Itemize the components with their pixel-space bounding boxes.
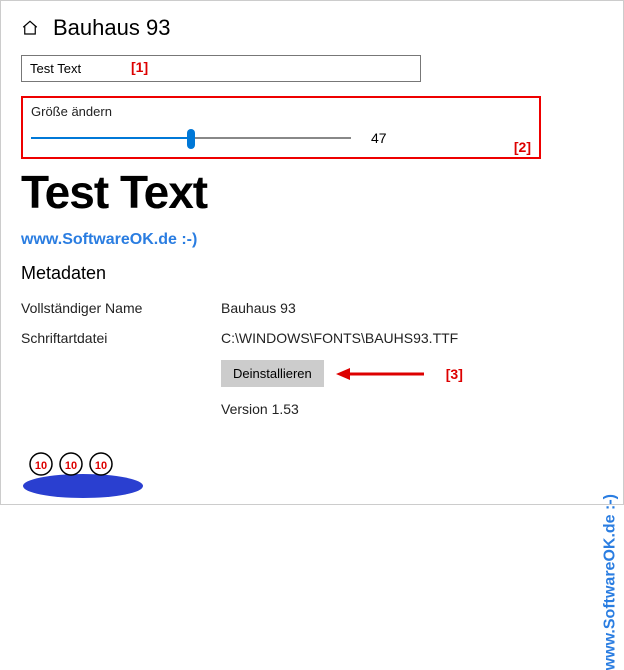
slider-value: 47 bbox=[371, 130, 401, 146]
arrow-icon bbox=[336, 365, 426, 383]
slider-thumb[interactable] bbox=[187, 129, 195, 149]
annotation-3: [3] bbox=[446, 366, 463, 382]
svg-text:10: 10 bbox=[35, 460, 47, 472]
home-icon[interactable] bbox=[21, 19, 39, 37]
watermark-text: www.SoftwareOK.de :-) bbox=[21, 231, 541, 249]
slider-label: Größe ändern bbox=[31, 104, 529, 119]
metadata-heading: Metadaten bbox=[21, 263, 541, 284]
font-preview-text: Test Text bbox=[21, 169, 541, 215]
meta-value-fontfile: C:\WINDOWS\FONTS\BAUHS93.TTF bbox=[221, 330, 541, 346]
page-title: Bauhaus 93 bbox=[53, 15, 170, 41]
vertical-watermark: www.SoftwareOK.de :-) bbox=[601, 494, 619, 670]
meta-label-fontfile: Schriftartdatei bbox=[21, 330, 221, 346]
decorative-scribble: 10 10 10 bbox=[13, 438, 163, 498]
size-slider-section: Größe ändern 47 [2] bbox=[21, 96, 541, 159]
svg-text:10: 10 bbox=[65, 460, 77, 472]
size-slider[interactable] bbox=[31, 127, 351, 149]
meta-label-fullname: Vollständiger Name bbox=[21, 300, 221, 316]
uninstall-button[interactable]: Deinstallieren bbox=[221, 360, 324, 387]
svg-text:10: 10 bbox=[95, 460, 107, 472]
preview-text-input[interactable] bbox=[21, 55, 421, 82]
meta-value-fullname: Bauhaus 93 bbox=[221, 300, 541, 316]
meta-value-version: Version 1.53 bbox=[221, 401, 541, 417]
